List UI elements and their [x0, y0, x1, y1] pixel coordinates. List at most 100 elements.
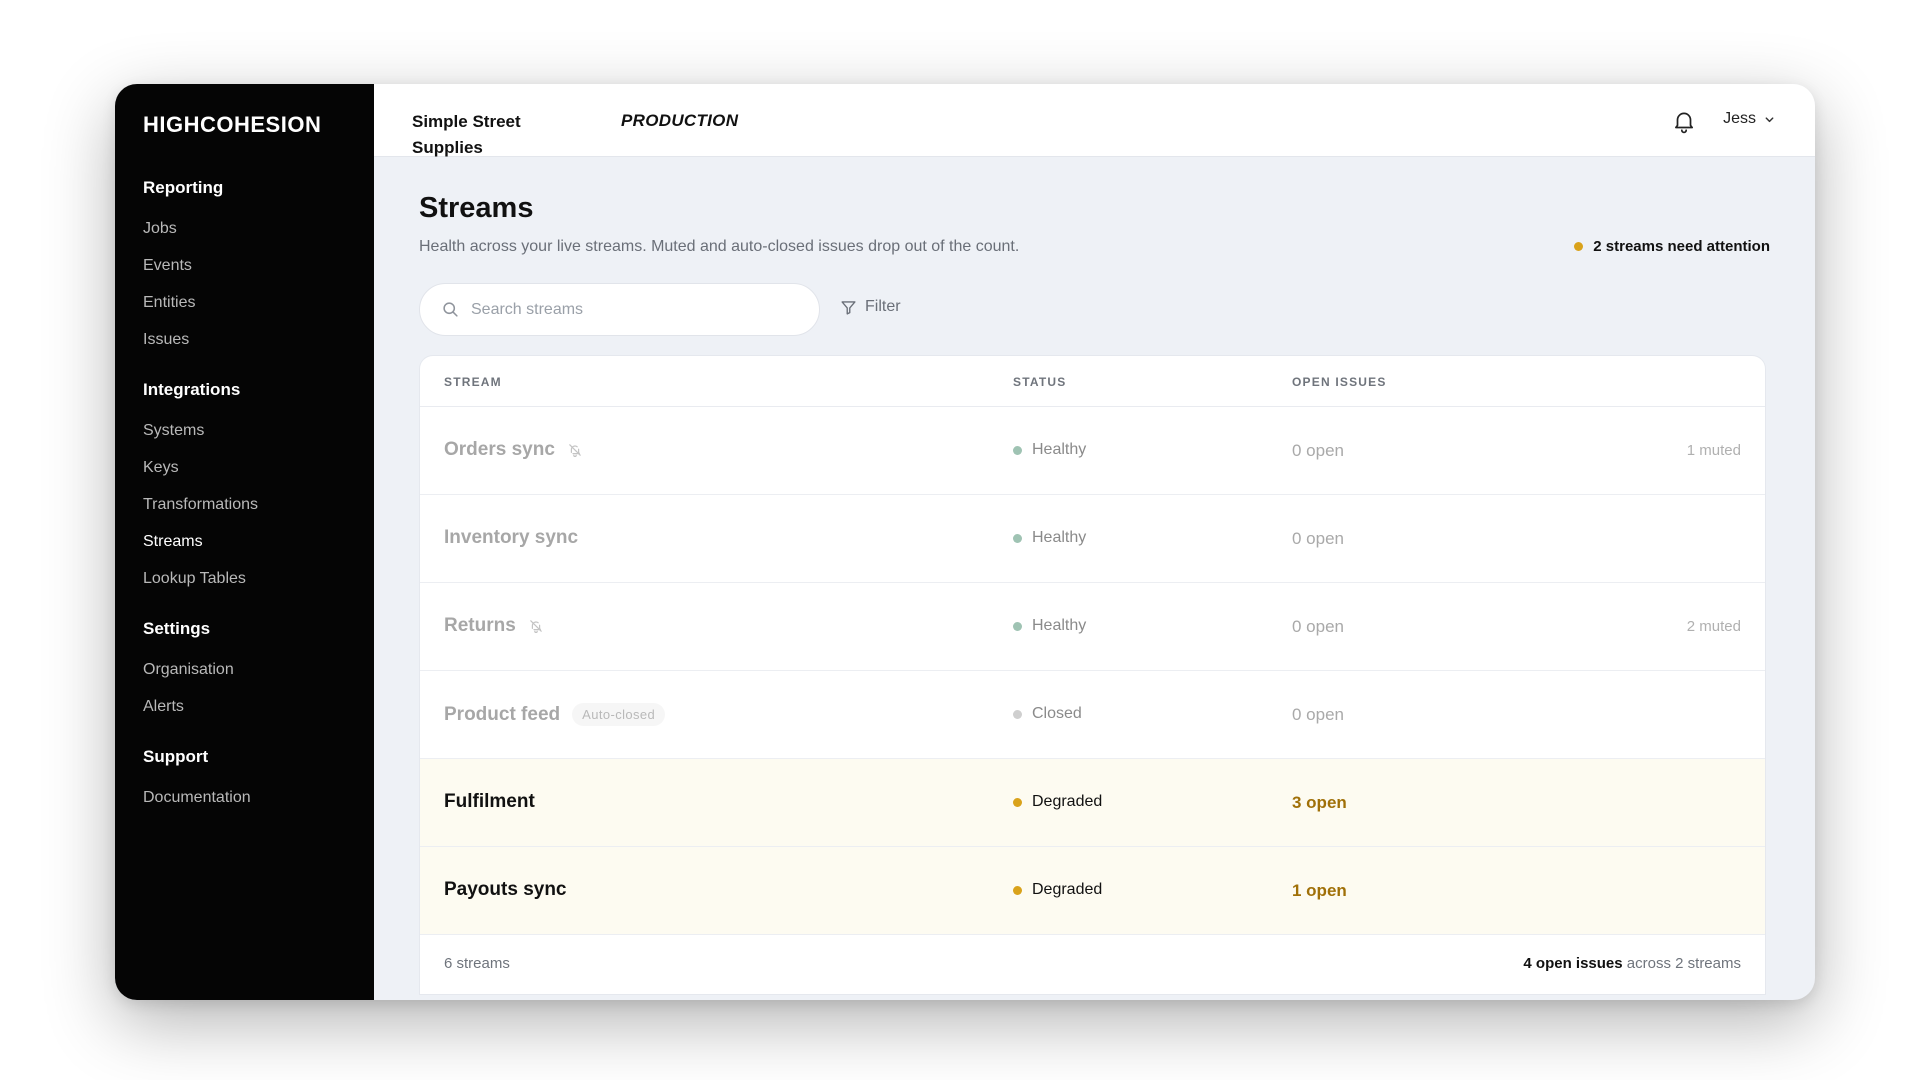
bell-off-icon — [528, 618, 544, 634]
bell-icon[interactable] — [1671, 108, 1697, 134]
sidebar-item-lookup-tables[interactable]: Lookup Tables — [143, 560, 374, 597]
status-dot — [1013, 885, 1022, 895]
page-content: Streams Health across your live streams.… — [374, 157, 1815, 1000]
sidebar-item-organisation[interactable]: Organisation — [143, 651, 374, 688]
sidebar-item-systems[interactable]: Systems — [143, 412, 374, 449]
search-box[interactable] — [419, 283, 820, 336]
status-label: Healthy — [1032, 529, 1087, 546]
streams-table: STREAM STATUS OPEN ISSUES Orders sync Hea… — [419, 355, 1766, 995]
user-menu[interactable]: Jess — [1723, 110, 1775, 128]
issues-summary-bold: 4 open issues — [1523, 955, 1623, 972]
sidebar-item-alerts[interactable]: Alerts — [143, 688, 374, 725]
stream-name: Product feed — [444, 703, 561, 725]
status-label: Healthy — [1032, 441, 1087, 458]
table-row[interactable]: Inventory sync Healthy 0 open — [420, 495, 1765, 583]
status-label: Closed — [1032, 705, 1082, 722]
status-cell: Healthy — [1013, 617, 1086, 635]
table-row[interactable]: Returns Healthy 0 open 2 muted — [420, 583, 1765, 671]
nav-heading-reporting: Reporting — [143, 178, 224, 197]
status-cell: Degraded — [1013, 793, 1102, 811]
open-issues-cell: 0 open — [1292, 441, 1344, 460]
issues-summary-rest: across 2 streams — [1622, 955, 1741, 972]
table-footer: 6 streams 4 open issues across 2 streams — [420, 935, 1765, 990]
stream-name: Inventory sync — [444, 527, 579, 548]
nav-heading-integrations: Integrations — [143, 380, 241, 399]
search-icon — [443, 302, 458, 317]
status-label: Degraded — [1032, 793, 1103, 810]
auto-closed-badge: Auto-closed — [572, 703, 666, 726]
stream-cell: Product feed Auto-closed — [444, 703, 666, 726]
column-header-stream[interactable]: STREAM — [444, 375, 502, 389]
table-row[interactable]: Fulfilment Degraded 3 open — [420, 759, 1765, 847]
muted-count: 2 muted — [1686, 618, 1741, 635]
column-header-open-issues[interactable]: OPEN ISSUES — [1292, 375, 1387, 389]
stream-name: Payouts sync — [444, 879, 567, 900]
user-name: Jess — [1723, 110, 1756, 127]
status-dot — [1013, 621, 1022, 631]
stream-cell: Orders sync — [444, 439, 583, 461]
status-dot — [1013, 533, 1022, 543]
main-area: Simple Street Supplies PRODUCTION Jess S… — [374, 84, 1815, 1000]
sidebar-item-documentation[interactable]: Documentation — [143, 779, 374, 816]
stream-name: Orders sync — [444, 439, 555, 460]
nav-group-support: Support Documentation — [143, 747, 374, 816]
stream-count: 6 streams — [444, 955, 510, 972]
open-issues-cell: 1 open — [1292, 881, 1347, 900]
status-cell: Degraded — [1013, 881, 1102, 899]
issues-summary: 4 open issues across 2 streams — [1523, 955, 1741, 972]
status-cell: Closed — [1013, 705, 1082, 723]
sidebar-item-keys[interactable]: Keys — [143, 449, 374, 486]
stream-cell: Returns — [444, 615, 544, 637]
open-issues-cell: 0 open — [1292, 617, 1344, 636]
sidebar-item-streams[interactable]: Streams — [143, 523, 374, 560]
chevron-down-icon — [1765, 116, 1774, 122]
logo[interactable]: HIGHCOHESION — [143, 112, 374, 138]
stream-name: Fulfilment — [444, 791, 535, 812]
muted-count: 1 muted — [1686, 442, 1741, 459]
environment-label[interactable]: PRODUCTION — [621, 111, 738, 131]
search-input[interactable] — [471, 300, 791, 319]
stream-name: Returns — [444, 615, 516, 636]
status-dot — [1013, 709, 1022, 719]
sidebar-item-issues[interactable]: Issues — [143, 321, 374, 358]
attention-indicator: 2 streams need attention — [1574, 238, 1770, 255]
app-window: HIGHCOHESION Reporting Jobs Events Entities… — [115, 84, 1815, 1000]
nav-heading-support: Support — [143, 747, 209, 766]
sidebar-item-jobs[interactable]: Jobs — [143, 210, 374, 247]
page-title: Streams — [419, 192, 534, 224]
sidebar: HIGHCOHESION Reporting Jobs Events Entities… — [115, 84, 374, 1000]
status-label: Degraded — [1032, 881, 1103, 898]
filter-icon — [841, 300, 856, 315]
topbar: Simple Street Supplies PRODUCTION Jess — [374, 84, 1815, 157]
page-subtitle: Health across your live streams. Muted a… — [419, 238, 1020, 255]
filter-label: Filter — [865, 298, 901, 315]
table-row[interactable]: Orders sync Healthy 0 open 1 muted — [420, 407, 1765, 495]
nav-heading-settings: Settings — [143, 619, 211, 638]
table-row[interactable]: Product feed Auto-closed Closed 0 open — [420, 671, 1765, 759]
sidebar-item-transformations[interactable]: Transformations — [143, 486, 374, 523]
status-dot — [1013, 797, 1022, 807]
nav-group-reporting: Reporting Jobs Events Entities Issues — [143, 178, 374, 358]
column-header-status[interactable]: STATUS — [1013, 375, 1066, 389]
bell-off-icon — [567, 442, 583, 458]
table-row[interactable]: Payouts sync Degraded 1 open — [420, 847, 1765, 935]
table-body: Orders sync Healthy 0 open 1 muted Inventory… — [420, 407, 1765, 935]
open-issues-cell: 3 open — [1292, 793, 1347, 812]
status-label: Healthy — [1032, 617, 1087, 634]
status-cell: Healthy — [1013, 441, 1086, 459]
stream-cell: Inventory sync — [444, 527, 578, 549]
sidebar-item-entities[interactable]: Entities — [143, 284, 374, 321]
status-dot — [1013, 445, 1022, 455]
sidebar-nav: Reporting Jobs Events Entities Issues Integra… — [143, 178, 374, 816]
attention-dot — [1574, 242, 1584, 251]
status-cell: Healthy — [1013, 529, 1086, 547]
organisation-name[interactable]: Simple Street Supplies — [412, 109, 562, 161]
attention-text: 2 streams need attention — [1593, 238, 1770, 255]
open-issues-cell: 0 open — [1292, 529, 1344, 548]
stream-cell: Payouts sync — [444, 879, 567, 901]
table-header: STREAM STATUS OPEN ISSUES — [420, 356, 1765, 407]
open-issues-cell: 0 open — [1292, 705, 1344, 724]
nav-group-integrations: Integrations Systems Keys Transformations St… — [143, 380, 374, 597]
filter-button[interactable]: Filter — [840, 298, 901, 316]
sidebar-item-events[interactable]: Events — [143, 247, 374, 284]
